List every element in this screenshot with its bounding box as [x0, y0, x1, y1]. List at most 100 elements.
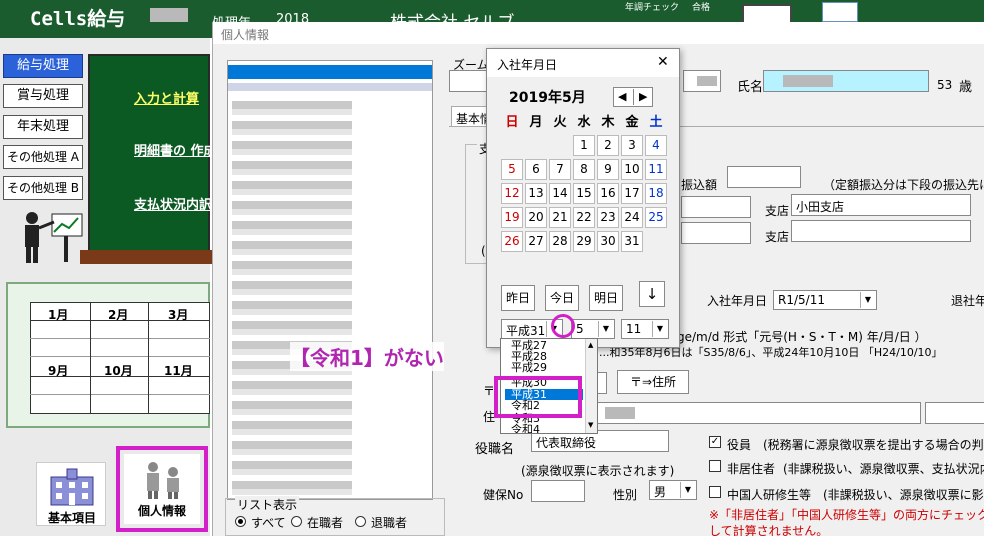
- day-cell[interactable]: 19: [501, 207, 523, 228]
- warning-line-1: ※「非居住者」「中国人研修生等」の両方にチェックをいれ: [709, 508, 984, 522]
- day-cell[interactable]: 5: [501, 159, 523, 180]
- month-10[interactable]: 10月: [104, 362, 133, 379]
- day-cell[interactable]: 31: [621, 231, 643, 252]
- day-cell[interactable]: 6: [525, 159, 547, 180]
- menu-yearend[interactable]: 年末処理: [3, 115, 83, 139]
- address-field[interactable]: [593, 402, 921, 424]
- today-button[interactable]: 今日: [545, 285, 579, 311]
- down-button[interactable]: ↓: [639, 281, 665, 307]
- day-cell[interactable]: 28: [549, 231, 571, 252]
- day-cell[interactable]: 7: [549, 159, 571, 180]
- era-option[interactable]: 令和4: [511, 424, 540, 433]
- trainee-checkbox[interactable]: [709, 486, 721, 498]
- scroll-down-icon[interactable]: ▼: [588, 421, 593, 429]
- dropdown-scrollbar[interactable]: ▲ ▼: [585, 339, 597, 433]
- radio-retired[interactable]: [355, 516, 366, 527]
- day-cell[interactable]: 27: [525, 231, 547, 252]
- board-shelf: [80, 250, 212, 264]
- day-cell[interactable]: 16: [597, 183, 619, 204]
- month-1[interactable]: 1月: [48, 306, 68, 323]
- yesterday-button[interactable]: 昨日: [501, 285, 535, 311]
- day-cell[interactable]: 8: [573, 159, 595, 180]
- nonresident-checkbox[interactable]: [709, 460, 721, 472]
- tab-basic[interactable]: 基本情: [451, 106, 491, 126]
- bank-field-1[interactable]: [681, 196, 751, 218]
- chevron-down-icon[interactable]: ▼: [860, 292, 875, 308]
- day-cell[interactable]: 13: [525, 183, 547, 204]
- next-month-icon[interactable]: ▶: [639, 90, 647, 103]
- weekday-1: 月: [529, 115, 543, 130]
- insurance-field[interactable]: [531, 480, 585, 502]
- day-cell[interactable]: 22: [573, 207, 595, 228]
- zoom-field[interactable]: [449, 70, 489, 92]
- era-option[interactable]: 平成29: [511, 362, 547, 373]
- blurred-user: [150, 8, 188, 22]
- personal-info-button[interactable]: 個人情報: [124, 454, 200, 524]
- menu-salary[interactable]: 給与処理: [3, 54, 83, 78]
- menu-other-a[interactable]: その他処理 A: [3, 145, 83, 169]
- month-9[interactable]: 9月: [48, 362, 68, 379]
- menu-bonus[interactable]: 賞与処理: [3, 84, 83, 108]
- chevron-down-icon[interactable]: ▼: [652, 321, 667, 337]
- day-cell[interactable]: 17: [621, 183, 643, 204]
- month-select[interactable]: 5 ▼: [571, 319, 615, 339]
- day-cell[interactable]: 9: [597, 159, 619, 180]
- nonresident-label: 非居住者: [727, 462, 776, 476]
- warning-line-2: して計算されません。: [709, 524, 829, 536]
- employee-list[interactable]: [227, 60, 433, 500]
- day-cell[interactable]: 24: [621, 207, 643, 228]
- fixed-amount-field[interactable]: [727, 166, 801, 188]
- day-cell[interactable]: 20: [525, 207, 547, 228]
- empty-cell: [525, 135, 547, 156]
- link-statement[interactable]: 明細書の 作成: [134, 140, 217, 159]
- weekday-6: 土: [649, 115, 663, 130]
- gender-select[interactable]: 男 ▼: [649, 480, 697, 500]
- day-cell[interactable]: 14: [549, 183, 571, 204]
- day-cell[interactable]: 4: [645, 135, 667, 156]
- day-cell[interactable]: 15: [573, 183, 595, 204]
- list-item[interactable]: [228, 83, 432, 91]
- day-cell[interactable]: 1: [573, 135, 595, 156]
- day-cell[interactable]: 10: [621, 159, 643, 180]
- zip-to-address-button[interactable]: 〒⇒住所: [617, 370, 689, 394]
- link-input-calc[interactable]: 入力と計算: [134, 88, 199, 107]
- tomorrow-button[interactable]: 明日: [589, 285, 623, 311]
- link-payment-detail[interactable]: 支払状況内訳: [134, 194, 212, 213]
- chevron-down-icon[interactable]: ▼: [680, 482, 695, 498]
- menu-other-b[interactable]: その他処理 B: [3, 176, 83, 200]
- day-cell[interactable]: 2: [597, 135, 619, 156]
- officer-checkbox[interactable]: ✓: [709, 436, 721, 448]
- branch-field-2[interactable]: [791, 220, 971, 242]
- day-cell[interactable]: 30: [597, 231, 619, 252]
- day-cell[interactable]: 3: [621, 135, 643, 156]
- day-select[interactable]: 11 ▼: [621, 319, 669, 339]
- radio-employed[interactable]: [291, 516, 302, 527]
- month-3[interactable]: 3月: [168, 306, 188, 323]
- chevron-down-icon[interactable]: ▼: [598, 321, 613, 337]
- day-cell[interactable]: 12: [501, 183, 523, 204]
- basic-items-button[interactable]: 基本項目: [36, 462, 106, 526]
- day-cell[interactable]: 26: [501, 231, 523, 252]
- scroll-up-icon[interactable]: ▲: [588, 341, 593, 349]
- month-select-value: 5: [576, 322, 584, 336]
- day-cell[interactable]: 18: [645, 183, 667, 204]
- close-icon[interactable]: ✕: [657, 54, 669, 70]
- prev-month-icon[interactable]: ◀: [618, 90, 626, 103]
- day-cell[interactable]: 23: [597, 207, 619, 228]
- day-cell[interactable]: 21: [549, 207, 571, 228]
- day-cell[interactable]: 11: [645, 159, 667, 180]
- day-cell[interactable]: 29: [573, 231, 595, 252]
- branch-field-1[interactable]: 小田支店: [791, 194, 971, 216]
- calendar-icon[interactable]: [822, 2, 858, 22]
- day-cell[interactable]: 25: [645, 207, 667, 228]
- radio-all[interactable]: [235, 516, 246, 527]
- address-field-2[interactable]: [925, 402, 984, 424]
- bank-field-2[interactable]: [681, 222, 751, 244]
- list-item-selected[interactable]: [228, 65, 432, 79]
- app-title: Cells給与: [30, 8, 126, 30]
- highlight-era-arrow: [551, 314, 575, 338]
- hire-date-field[interactable]: R1/5/11 ▼: [773, 290, 877, 310]
- month-11[interactable]: 11月: [164, 362, 193, 379]
- month-2[interactable]: 2月: [108, 306, 128, 323]
- officer-label: 役員: [727, 438, 752, 452]
